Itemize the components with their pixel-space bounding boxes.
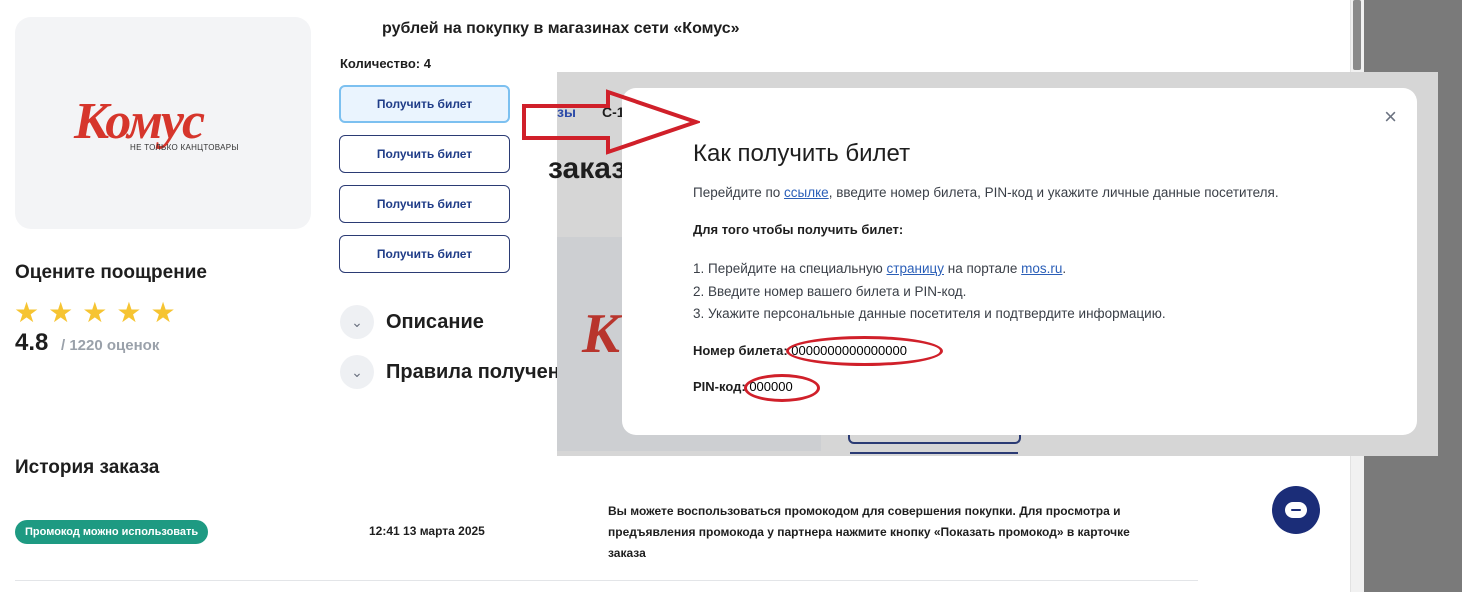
overlay-button-fragment	[850, 452, 1018, 456]
modal-lead-text: Перейдите по	[693, 185, 785, 200]
step-text: 1. Перейдите на специальную	[693, 261, 887, 276]
history-title: История заказа	[15, 457, 160, 478]
modal-lead: Перейдите по ссылке, введите номер билет…	[693, 185, 1279, 200]
step-2: 2. Введите номер вашего билета и PIN-код…	[693, 283, 967, 299]
annotation-oval-ticket	[786, 336, 943, 366]
quantity-label: Количество: 4	[340, 56, 431, 71]
modal-lead-text: , введите номер билета, PIN-код и укажит…	[828, 185, 1279, 200]
star-icon[interactable]: ★	[116, 298, 141, 328]
get-ticket-button-1[interactable]: Получить билет	[339, 85, 510, 123]
description-section-toggle[interactable]: ⌄ Описание	[340, 305, 484, 339]
star-icon[interactable]: ★	[48, 298, 73, 328]
get-ticket-button-2[interactable]: Получить билет	[339, 135, 510, 173]
annotation-arrow-icon	[522, 89, 700, 155]
ticket-link[interactable]: ссылке	[784, 185, 829, 200]
rating-value: 4.8	[15, 329, 49, 356]
divider	[15, 580, 1198, 581]
offer-headline: рублей на покупку в магазинах сети «Кому…	[382, 20, 740, 37]
rating-stars[interactable]: ★ ★ ★ ★ ★	[14, 298, 176, 328]
chat-icon	[1285, 502, 1307, 518]
step-1: 1. Перейдите на специальную страницу на …	[693, 258, 1166, 281]
history-description: Вы можете воспользоваться промокодом для…	[608, 504, 1130, 560]
history-time: 12:41 13 марта 2025	[369, 524, 485, 538]
modal-subtitle: Для того чтобы получить билет:	[693, 222, 904, 237]
get-ticket-button-4[interactable]: Получить билет	[339, 235, 510, 273]
close-icon[interactable]: ×	[1384, 106, 1397, 128]
rating-title: Оцените поощрение	[15, 262, 207, 283]
step-3: 3. Укажите персональные данные посетител…	[693, 306, 1166, 321]
description-label: Описание	[386, 310, 484, 333]
step-text: .	[1062, 261, 1067, 276]
rating-count: / 1220 оценок	[61, 337, 160, 354]
step-text: на портале	[943, 261, 1022, 276]
star-icon[interactable]: ★	[150, 298, 175, 328]
annotation-oval-pin	[744, 374, 820, 402]
chevron-down-icon[interactable]: ⌄	[340, 305, 374, 339]
brand-tagline: НЕ ТОЛЬКО КАНЦТОВАРЫ	[130, 143, 239, 152]
ticket-number-label: Номер билета:	[693, 343, 792, 358]
star-icon[interactable]: ★	[14, 298, 39, 328]
pin-label: PIN-код:	[693, 379, 750, 394]
star-icon[interactable]: ★	[82, 298, 107, 328]
get-ticket-button-3[interactable]: Получить билет	[339, 185, 510, 223]
overlay-logo-fragment: К	[582, 303, 620, 365]
modal-title: Как получить билет	[693, 140, 911, 167]
scrollbar-thumb[interactable]	[1353, 0, 1361, 70]
mos-ru-link[interactable]: mos.ru	[1021, 261, 1062, 276]
chat-button[interactable]	[1272, 486, 1320, 534]
how-to-get-ticket-modal: × Как получить билет Перейдите по ссылке…	[622, 88, 1417, 435]
rules-section-toggle[interactable]: ⌄ Правила получен	[340, 355, 560, 389]
rules-label: Правила получен	[386, 360, 560, 383]
status-badge: Промокод можно использовать	[15, 520, 209, 544]
modal-steps: 1. Перейдите на специальную страницу на …	[693, 258, 1166, 326]
chevron-down-icon[interactable]: ⌄	[340, 355, 374, 389]
page-link[interactable]: страницу	[887, 261, 944, 276]
